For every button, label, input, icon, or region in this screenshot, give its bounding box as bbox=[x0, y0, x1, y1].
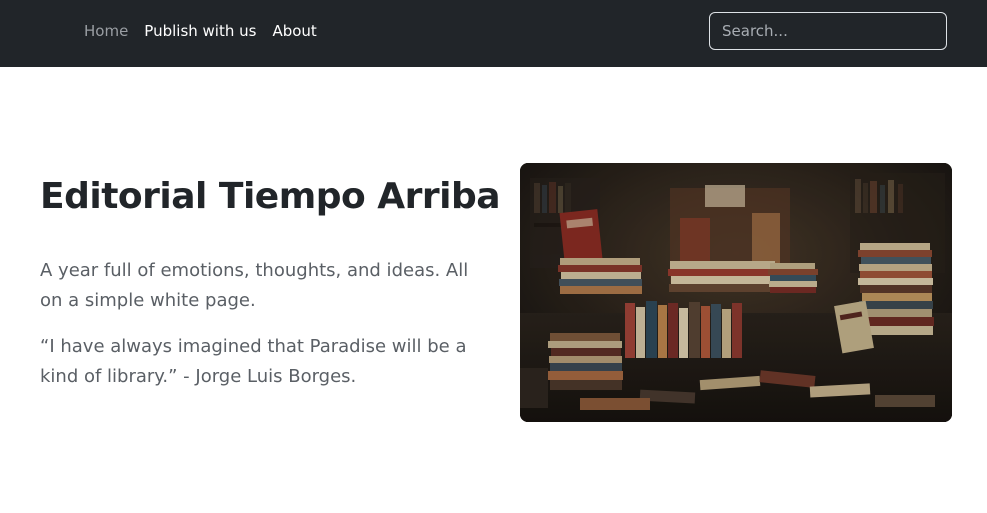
hero-description: A year full of emotions, thoughts, and i… bbox=[40, 260, 469, 311]
nav-link-about[interactable]: About bbox=[272, 20, 316, 42]
top-navbar: Home Publish with us About bbox=[0, 0, 987, 67]
page-title: Editorial Tiempo Arriba bbox=[40, 176, 501, 217]
nav-links: Home Publish with us About bbox=[84, 20, 333, 42]
nav-link-home[interactable]: Home bbox=[84, 20, 128, 42]
hero-image-bookstore bbox=[520, 163, 952, 422]
search-input[interactable] bbox=[709, 12, 947, 50]
hero-quote: “I have always imagined that Paradise wi… bbox=[40, 336, 467, 387]
nav-link-publish[interactable]: Publish with us bbox=[144, 20, 256, 42]
